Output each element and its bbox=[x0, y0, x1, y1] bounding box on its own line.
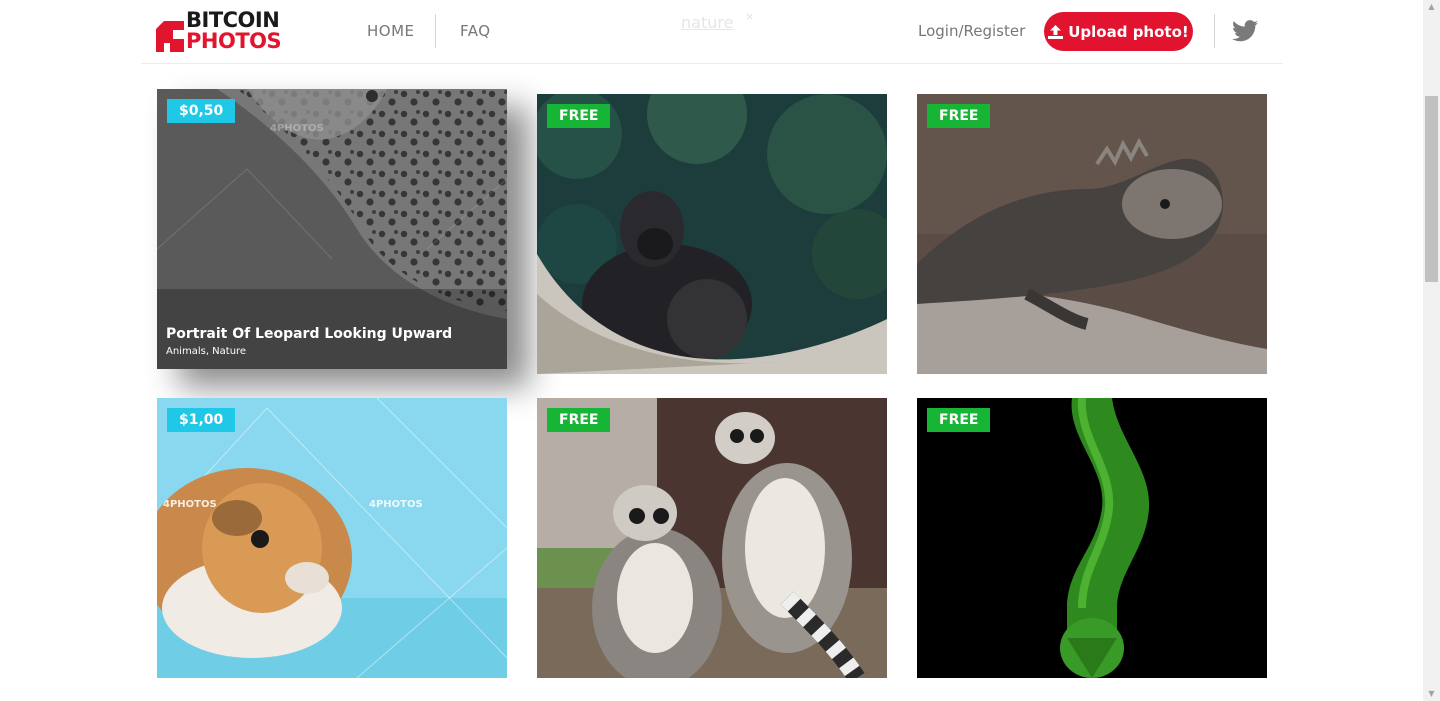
watermark: 4PHOTOS bbox=[369, 499, 423, 510]
search-tag[interactable]: nature bbox=[681, 13, 733, 32]
photo-card[interactable]: FREE bbox=[537, 94, 887, 374]
upload-button-label: Upload photo! bbox=[1068, 22, 1189, 41]
login-register-link[interactable]: Login/Register bbox=[918, 22, 1025, 40]
photo-card[interactable]: 4PHOTOS $0,50 Portrait Of Leopard Lookin… bbox=[157, 89, 507, 369]
nav-divider bbox=[435, 14, 436, 48]
logo[interactable]: BITCOIN PHOTOS bbox=[156, 10, 288, 54]
price-badge: FREE bbox=[547, 408, 611, 432]
watermark: 4PHOTOS bbox=[163, 499, 217, 510]
scroll-thumb[interactable] bbox=[1425, 96, 1438, 282]
watermark: 4PHOTOS bbox=[270, 123, 324, 134]
twitter-icon[interactable] bbox=[1232, 20, 1258, 42]
price-badge: FREE bbox=[927, 104, 991, 128]
photo-gorilla bbox=[537, 94, 887, 374]
photo-iguana bbox=[917, 94, 1267, 374]
photo-card[interactable]: 4PHOTOS 4PHOTOS $1,00 bbox=[157, 398, 507, 678]
photo-green-snake bbox=[917, 398, 1267, 678]
social-divider bbox=[1214, 14, 1215, 48]
photo-card[interactable]: FREE bbox=[917, 398, 1267, 678]
logo-word-bitcoin: BITCOIN bbox=[186, 8, 280, 32]
photo-title[interactable]: Portrait Of Leopard Looking Upward bbox=[166, 326, 452, 342]
photo-card[interactable]: FREE bbox=[917, 94, 1267, 374]
photo-card[interactable]: FREE bbox=[537, 398, 887, 678]
scroll-down-arrow-icon[interactable]: ▼ bbox=[1423, 687, 1440, 701]
nav-home[interactable]: HOME bbox=[367, 22, 415, 40]
logo-mark-icon bbox=[156, 21, 184, 52]
price-badge: FREE bbox=[547, 104, 611, 128]
page-scrollbar[interactable]: ▲ ▼ bbox=[1423, 0, 1440, 701]
logo-word-photos: PHOTOS bbox=[186, 29, 282, 53]
price-badge: FREE bbox=[927, 408, 991, 432]
price-badge: $0,50 bbox=[167, 99, 236, 123]
upload-icon bbox=[1048, 24, 1064, 39]
nav-faq[interactable]: FAQ bbox=[460, 22, 491, 40]
upload-photo-button[interactable]: Upload photo! bbox=[1044, 12, 1193, 51]
photo-lemurs bbox=[537, 398, 887, 678]
scroll-up-arrow-icon[interactable]: ▲ bbox=[1423, 0, 1440, 14]
site-header: BITCOIN PHOTOS HOME FAQ nature × Login/R… bbox=[141, 0, 1283, 64]
photo-tags[interactable]: Animals, Nature bbox=[166, 346, 246, 357]
search-tag-remove-icon[interactable]: × bbox=[745, 10, 754, 23]
price-badge: $1,00 bbox=[167, 408, 236, 432]
photo-guinea-pig bbox=[157, 398, 507, 678]
